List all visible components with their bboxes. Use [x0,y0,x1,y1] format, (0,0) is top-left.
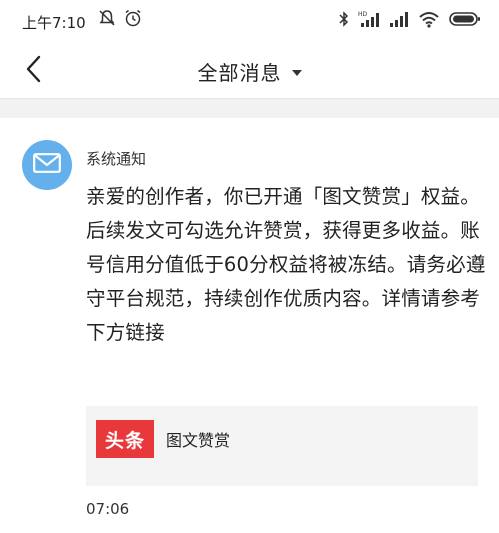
status-right-icons: HD [339,10,481,32]
avatar [22,140,72,190]
message-time: 07:06 [86,500,130,518]
message-body: 亲爱的创作者，你已开通「图文赞赏」权益。后续发文可勾选允许赞赏，获得更多收益。账… [86,185,486,344]
message-filter-dropdown[interactable]: 全部消息 [0,44,499,98]
link-card[interactable]: 头条 图文赞赏 [86,406,478,486]
status-time: 上午7:10 [22,14,86,32]
message-card: 系统通知 亲爱的创作者，你已开通「图文赞赏」权益。后续发文可勾选允许赞赏，获得更… [0,118,499,533]
envelope-icon [33,153,61,177]
clock-icon [124,9,142,31]
alarm-off-icon [98,9,116,31]
status-left-icons [98,9,142,31]
status-bar: 上午7:10 HD [0,0,499,44]
bluetooth-icon [339,10,349,32]
wifi-icon [418,10,440,32]
signal-icon [389,10,409,32]
page-title: 全部消息 [197,60,282,85]
link-title: 图文赞赏 [166,431,231,450]
nav-bar: 全部消息 [0,44,499,99]
toutiao-logo: 头条 [96,420,154,458]
sender-name: 系统通知 [86,150,147,168]
hd-signal-icon: HD [358,10,380,32]
battery-icon [449,10,481,32]
caret-down-icon [291,62,302,81]
svg-text:HD: HD [358,11,368,18]
